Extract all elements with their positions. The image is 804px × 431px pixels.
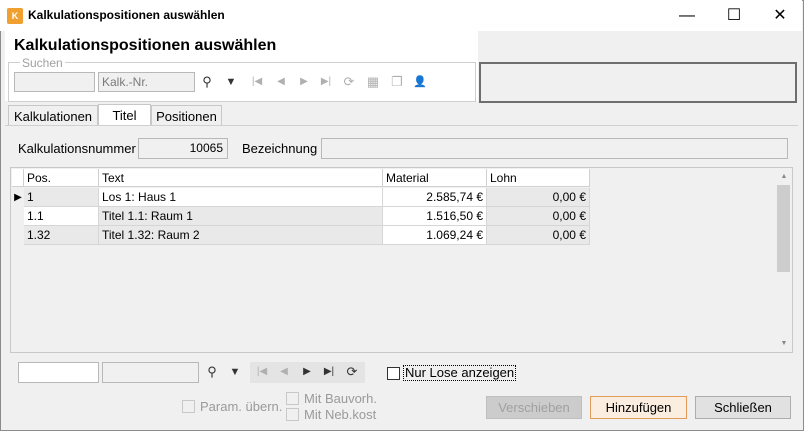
tab-titel[interactable]: Titel bbox=[98, 104, 151, 127]
next-record-icon[interactable]: ▶ bbox=[295, 73, 313, 91]
prev-record-icon[interactable]: ◀ bbox=[272, 73, 290, 91]
scrollbar-thumb[interactable] bbox=[777, 185, 790, 272]
schliessen-button[interactable]: Schließen bbox=[695, 396, 791, 419]
nur-lose-label[interactable]: Nur Lose anzeigen bbox=[403, 365, 517, 381]
mit-nebkost-label: Mit Neb.kost bbox=[304, 407, 377, 422]
filter-input-2[interactable] bbox=[102, 362, 199, 383]
hinzufuegen-button[interactable]: Hinzufügen bbox=[590, 396, 687, 419]
filter-input[interactable] bbox=[18, 362, 99, 383]
kalkulationsnummer-field[interactable]: 10065 bbox=[138, 138, 228, 159]
table-cell-lohn[interactable]: 0,00 € bbox=[487, 226, 590, 245]
table-cell-text[interactable]: Los 1: Haus 1 bbox=[99, 188, 383, 207]
first-record-icon[interactable]: |◀ bbox=[248, 73, 266, 91]
footer-filter-icon[interactable]: ▼ bbox=[226, 363, 244, 381]
close-button[interactable]: ✕ bbox=[757, 0, 803, 31]
tab-positionen[interactable]: Positionen bbox=[151, 105, 222, 126]
table-cell-pos[interactable]: 1.32 bbox=[24, 226, 99, 245]
preview-panel bbox=[479, 62, 797, 103]
copy-icon[interactable]: ❐ bbox=[388, 73, 406, 91]
search-icon[interactable]: ⚲ bbox=[198, 73, 216, 91]
tab-kalkulationen[interactable]: Kalkulationen bbox=[8, 105, 98, 126]
search-group-label: Suchen bbox=[20, 56, 65, 70]
page-title: Kalkulationspositionen auswählen bbox=[14, 37, 277, 54]
bezeichnung-field[interactable] bbox=[321, 138, 788, 159]
kalk-nr-input[interactable]: Kalk.-Nr. bbox=[98, 72, 195, 92]
last-record-icon[interactable]: ▶| bbox=[317, 73, 335, 91]
column-header-material[interactable]: Material bbox=[383, 169, 487, 187]
search-input-1[interactable] bbox=[14, 72, 95, 92]
filter-icon[interactable]: ▼ bbox=[222, 73, 240, 91]
column-header-text[interactable]: Text bbox=[99, 169, 383, 187]
table-cell-text[interactable]: Titel 1.32: Raum 2 bbox=[99, 226, 383, 245]
table-cell-lohn[interactable]: 0,00 € bbox=[487, 207, 590, 226]
scroll-down-icon[interactable]: ▼ bbox=[777, 338, 791, 350]
row-indicator-header bbox=[12, 169, 24, 187]
verschieben-button[interactable]: Verschieben bbox=[486, 396, 582, 419]
table-cell-lohn[interactable]: 0,00 € bbox=[487, 188, 590, 207]
footer-search-icon[interactable]: ⚲ bbox=[203, 363, 221, 381]
mit-bauvorh-checkbox[interactable] bbox=[286, 392, 299, 405]
footer-refresh-icon[interactable]: ⟳ bbox=[343, 363, 361, 381]
current-row-indicator: ▶ bbox=[14, 192, 22, 203]
footer-first-icon[interactable]: |◀ bbox=[253, 363, 271, 381]
column-header-lohn[interactable]: Lohn bbox=[487, 169, 590, 187]
scroll-up-icon[interactable]: ▲ bbox=[777, 171, 791, 183]
table-cell-text[interactable]: Titel 1.1: Raum 1 bbox=[99, 207, 383, 226]
grid-settings-icon[interactable]: ▦ bbox=[364, 73, 382, 91]
kalkulationsnummer-label: Kalkulationsnummer bbox=[18, 141, 136, 156]
mit-nebkost-checkbox[interactable] bbox=[286, 408, 299, 421]
param-uebern-checkbox[interactable] bbox=[182, 400, 195, 413]
minimize-button[interactable]: — bbox=[664, 0, 710, 31]
nur-lose-checkbox[interactable] bbox=[387, 367, 400, 380]
column-header-pos[interactable]: Pos. bbox=[24, 169, 99, 187]
user-icon[interactable]: 👤 bbox=[411, 73, 429, 91]
mit-bauvorh-label: Mit Bauvorh. bbox=[304, 391, 377, 406]
bezeichnung-label: Bezeichnung bbox=[242, 141, 318, 156]
table-cell-pos[interactable]: 1 bbox=[24, 188, 99, 207]
footer-next-icon[interactable]: ▶ bbox=[298, 363, 316, 381]
param-uebern-label: Param. übern. bbox=[200, 399, 283, 414]
maximize-button[interactable]: ☐ bbox=[711, 0, 757, 31]
footer-last-icon[interactable]: ▶| bbox=[320, 363, 338, 381]
table-cell-pos[interactable]: 1.1 bbox=[24, 207, 99, 226]
footer-prev-icon[interactable]: ◀ bbox=[275, 363, 293, 381]
window-title: Kalkulationspositionen auswählen bbox=[28, 8, 225, 22]
app-icon: K bbox=[7, 8, 23, 24]
table-cell-material[interactable]: 2.585,74 € bbox=[383, 188, 487, 207]
table-cell-material[interactable]: 1.069,24 € bbox=[383, 226, 487, 245]
refresh-icon[interactable]: ⟳ bbox=[340, 73, 358, 91]
table-cell-material[interactable]: 1.516,50 € bbox=[383, 207, 487, 226]
